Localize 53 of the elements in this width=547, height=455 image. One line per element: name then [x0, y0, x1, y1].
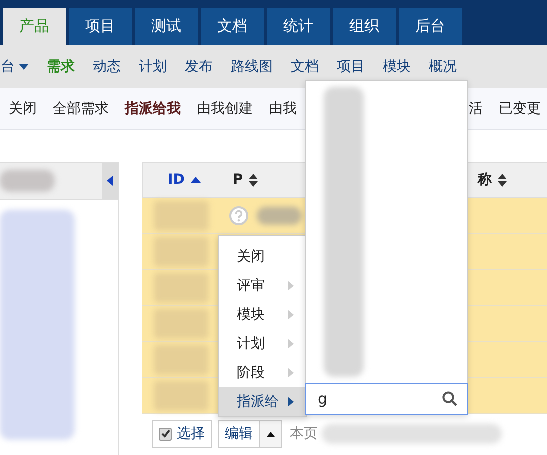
- help-icon: [229, 206, 249, 226]
- sub-nav-link[interactable]: 需求: [47, 58, 75, 76]
- nav-tab[interactable]: 产品: [3, 8, 66, 45]
- filter-link[interactable]: 全部需求: [53, 100, 109, 118]
- checkbox[interactable]: [159, 428, 172, 440]
- collapse-icon: [107, 176, 113, 186]
- caret-icon: [266, 432, 274, 436]
- filter-link[interactable]: 指派给我: [125, 100, 181, 118]
- sub-nav-link[interactable]: 路线图: [231, 58, 273, 76]
- dropdown-button[interactable]: [260, 420, 282, 448]
- filter-link[interactable]: 由我创建: [197, 100, 253, 118]
- filter-link[interactable]: 活: [469, 100, 483, 118]
- sub-nav-link[interactable]: 动态: [93, 58, 121, 76]
- nav-tab[interactable]: 文档: [201, 8, 264, 45]
- blurred-area: [0, 170, 55, 192]
- sub-nav-link[interactable]: 计划: [139, 58, 167, 76]
- menu-item-label: 阶段: [237, 364, 265, 382]
- sub-nav-link[interactable]: 模块: [383, 58, 411, 76]
- menu-item[interactable]: 阶段: [219, 358, 306, 387]
- menu-item[interactable]: 评审: [219, 271, 306, 300]
- sub-nav-link[interactable]: 文档: [291, 58, 319, 76]
- menu-item-label: 关闭: [237, 248, 265, 266]
- nav-tab[interactable]: 统计: [267, 8, 330, 45]
- page-summary: 本页: [290, 425, 318, 443]
- sub-nav-link[interactable]: 发布: [185, 58, 213, 76]
- collapse-button[interactable]: [102, 163, 118, 199]
- search-icon: [442, 391, 458, 407]
- filter-link[interactable]: 由我: [269, 100, 297, 118]
- edit-button[interactable]: 编辑: [218, 420, 260, 448]
- menu-item-label: 模块: [237, 306, 265, 324]
- filter-link[interactable]: 关闭: [9, 100, 37, 118]
- menu-item-label: 指派给: [237, 392, 279, 410]
- column-header[interactable]: P: [232, 172, 258, 188]
- select-button[interactable]: 选择: [152, 420, 212, 448]
- nav-tab[interactable]: 项目: [69, 8, 132, 45]
- sub-nav-link[interactable]: 项目: [337, 58, 365, 76]
- menu-item[interactable]: 计划: [219, 329, 306, 358]
- caret-icon: [19, 64, 29, 70]
- menu-item-label: 评审: [237, 276, 265, 294]
- nav-tab[interactable]: 测试: [135, 8, 198, 45]
- product-dropdown[interactable]: 台: [1, 58, 29, 76]
- search-field[interactable]: g: [305, 383, 468, 415]
- nav-tab[interactable]: 后台: [399, 8, 462, 45]
- menu-item[interactable]: 模块: [219, 300, 306, 329]
- menu-item-label: 计划: [237, 334, 265, 352]
- blurred-area: [257, 206, 302, 224]
- menu-item[interactable]: 指派给: [219, 387, 306, 416]
- sub-nav-link[interactable]: 概况: [429, 58, 457, 76]
- column-header[interactable]: 称: [478, 171, 507, 189]
- nav-tab[interactable]: 组织: [333, 8, 396, 45]
- column-header[interactable]: ID: [168, 172, 201, 188]
- menu-item[interactable]: 关闭: [219, 242, 306, 271]
- filter-link[interactable]: 已变更: [499, 100, 541, 118]
